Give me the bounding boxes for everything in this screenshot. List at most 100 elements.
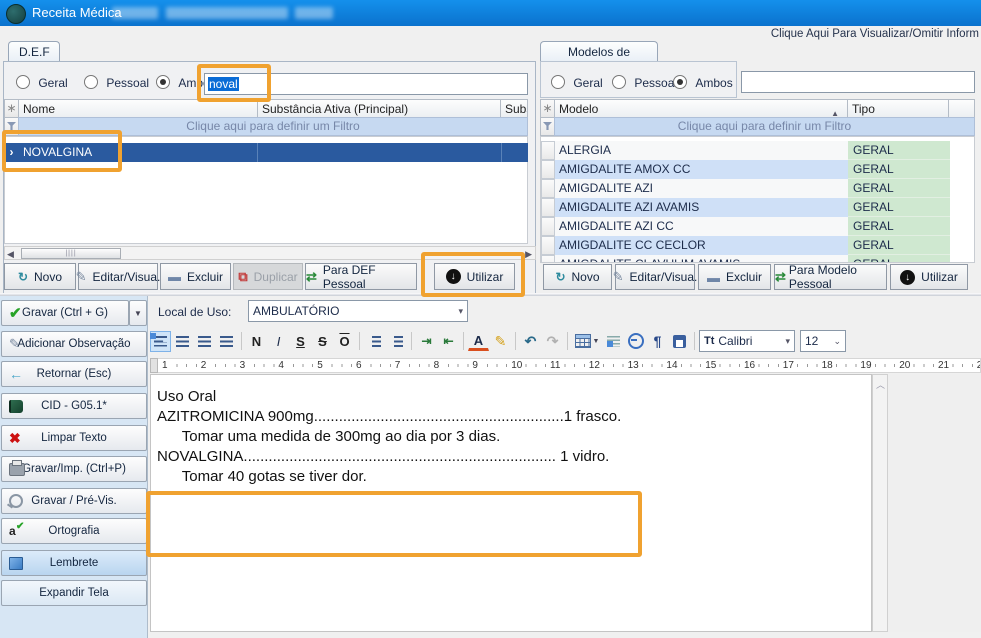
bullet-list-icon bbox=[394, 336, 403, 347]
bullet-list-button[interactable] bbox=[386, 331, 407, 352]
modelos-row-tipo[interactable]: GERAL bbox=[848, 179, 950, 198]
decrease-indent-button[interactable]: ⇤ bbox=[438, 331, 459, 352]
def-col-nome[interactable]: Nome bbox=[18, 99, 258, 118]
limpar-texto-button[interactable]: ✖ Limpar Texto bbox=[1, 425, 147, 451]
font-family-dropdown[interactable]: Tt Calibri ▾ bbox=[699, 330, 795, 352]
editor-page[interactable]: Uso Oral AZITROMICINA 900mg.............… bbox=[150, 374, 872, 632]
def-hscrollbar[interactable]: ◀ |||| ▶ bbox=[4, 246, 536, 260]
overline-button[interactable]: O bbox=[334, 331, 355, 352]
ruler-margin-marker[interactable] bbox=[150, 358, 158, 373]
def-filter-icon-cell[interactable] bbox=[4, 117, 19, 136]
def-radio-pessoal[interactable]: Pessoal bbox=[84, 75, 149, 90]
align-right-button[interactable] bbox=[194, 331, 215, 352]
gravar-previsualizar-button[interactable]: Gravar / Pré-Vis. bbox=[1, 488, 147, 514]
italic-button[interactable]: I bbox=[268, 331, 289, 352]
modelos-row-tipo[interactable]: GERAL bbox=[848, 255, 950, 263]
modelos-row-tipo[interactable]: GERAL bbox=[848, 160, 950, 179]
modelos-col-modelo[interactable]: Modelo ▲ bbox=[554, 99, 848, 118]
modelos-filter-row[interactable]: Clique aqui para definir um Filtro bbox=[554, 117, 975, 136]
def-editar-button[interactable]: ✎Editar/Visua. bbox=[78, 263, 158, 290]
radio-icon[interactable] bbox=[551, 75, 565, 89]
radio-icon[interactable] bbox=[16, 75, 30, 89]
modelos-row[interactable]: AMIGDALITE AZI CC bbox=[555, 217, 848, 236]
modelos-row[interactable]: ALERGIA bbox=[555, 141, 848, 160]
font-size-dropdown[interactable]: 12 ⌄ bbox=[800, 330, 846, 352]
radio-icon[interactable] bbox=[84, 75, 98, 89]
expandir-tela-button[interactable]: Expandir Tela bbox=[1, 580, 147, 606]
modelos-radio-geral[interactable]: Geral bbox=[551, 75, 603, 90]
strikethrough-button[interactable]: S bbox=[312, 331, 333, 352]
modelos-editar-button[interactable]: ✎Editar/Visua. bbox=[615, 264, 695, 290]
align-justify-button[interactable] bbox=[216, 331, 237, 352]
modelos-col-tipo[interactable]: Tipo bbox=[847, 99, 949, 118]
font-color-button[interactable]: A bbox=[468, 332, 489, 351]
pencil-icon: ✎ bbox=[9, 336, 20, 352]
modelos-row[interactable]: AMIGDALITE CC CECLOR bbox=[555, 236, 848, 255]
retornar-button[interactable]: ← Retornar (Esc) bbox=[1, 361, 147, 387]
modelos-row-tipo[interactable]: GERAL bbox=[848, 236, 950, 255]
radio-icon-selected[interactable] bbox=[156, 75, 170, 89]
ortografia-button[interactable]: a Ortografia bbox=[1, 518, 147, 544]
modelos-search-input[interactable] bbox=[741, 71, 975, 93]
printer-icon bbox=[9, 463, 25, 476]
modelos-row[interactable]: AMIGDALITE AZI bbox=[555, 179, 848, 198]
save-document-button[interactable] bbox=[669, 331, 690, 352]
underline-button[interactable]: S bbox=[290, 331, 311, 352]
radio-icon-selected[interactable] bbox=[673, 75, 687, 89]
modelos-utilizar-button[interactable]: ↓Utilizar bbox=[890, 264, 968, 290]
gravar-dropdown-button[interactable]: ▼ bbox=[129, 300, 147, 326]
lembrete-button[interactable]: Lembrete bbox=[1, 550, 147, 576]
def-utilizar-button[interactable]: ↓Utilizar bbox=[434, 263, 515, 290]
align-center-button[interactable] bbox=[172, 331, 193, 352]
undo-button[interactable]: ↶ bbox=[520, 331, 541, 352]
tab-modelos[interactable]: Modelos de Receitas bbox=[540, 41, 658, 62]
ruler-number: 21 bbox=[936, 359, 951, 372]
modelos-row-tipo[interactable]: GERAL bbox=[848, 217, 950, 236]
gravar-button[interactable]: ✔ Gravar (Ctrl + G) bbox=[1, 300, 129, 326]
editor-vscrollbar[interactable]: ︿ bbox=[872, 374, 888, 632]
modelos-radio-ambos[interactable]: Ambos bbox=[673, 75, 733, 90]
modelos-para-pessoal-button[interactable]: ⇄Para Modelo Pessoal bbox=[774, 264, 887, 290]
def-radio-geral[interactable]: Geral bbox=[16, 75, 68, 90]
modelos-row[interactable]: AMIGDALITE CLAVULIM AVAMIS bbox=[555, 255, 848, 263]
def-col-subs[interactable]: Subs bbox=[500, 99, 528, 118]
increase-indent-button[interactable]: ⇥ bbox=[416, 331, 437, 352]
modelos-filter-icon-cell[interactable] bbox=[540, 117, 555, 136]
scroll-up-icon[interactable]: ︿ bbox=[876, 378, 885, 391]
def-novo-button[interactable]: ↻Novo bbox=[4, 263, 76, 290]
local-de-uso-dropdown[interactable]: AMBULATÓRIO ▾ bbox=[248, 300, 468, 322]
def-search-input[interactable]: noval bbox=[204, 73, 528, 95]
modelos-radio-pessoal[interactable]: Pessoal bbox=[612, 75, 677, 90]
minus-icon: ▬ bbox=[168, 269, 181, 284]
insert-table-button[interactable]: ▼ bbox=[572, 331, 602, 352]
gravar-imprimir-button[interactable]: Gravar/Imp. (Ctrl+P) bbox=[1, 456, 147, 482]
def-para-pessoal-button[interactable]: ⇄Para DEF Pessoal bbox=[305, 263, 417, 290]
show-marks-button[interactable]: ¶ bbox=[647, 331, 668, 352]
def-row-novalgina[interactable]: NOVALGINA bbox=[19, 143, 258, 162]
highlight-button[interactable]: ✎ bbox=[490, 331, 511, 352]
cid-button[interactable]: CID - G05.1* bbox=[1, 393, 147, 419]
modelos-excluir-button[interactable]: ▬Excluir bbox=[698, 264, 771, 290]
modelos-row-tipo[interactable]: GERAL bbox=[848, 141, 950, 160]
toggle-info-link[interactable]: Clique Aqui Para Visualizar/Omitir Infor… bbox=[771, 28, 979, 40]
insert-break-button[interactable] bbox=[625, 331, 646, 352]
modelos-row[interactable]: AMIGDALITE AMOX CC bbox=[555, 160, 848, 179]
scroll-left-icon[interactable]: ◀ bbox=[7, 249, 14, 260]
numbered-list-button[interactable] bbox=[364, 331, 385, 352]
paragraph-settings-button[interactable] bbox=[603, 331, 624, 352]
adicionar-observacao-button[interactable]: ✎ Adicionar Observação bbox=[1, 331, 147, 357]
def-excluir-button[interactable]: ▬Excluir bbox=[160, 263, 231, 290]
def-row-novalgina-subs[interactable] bbox=[502, 143, 528, 162]
def-col-substancia[interactable]: Substância Ativa (Principal) bbox=[257, 99, 501, 118]
def-filter-row[interactable]: Clique aqui para definir um Filtro bbox=[18, 117, 528, 136]
modelos-row-tipo[interactable]: GERAL bbox=[848, 198, 950, 217]
bold-button[interactable]: N bbox=[246, 331, 267, 352]
scroll-right-icon[interactable]: ▶ bbox=[525, 249, 532, 260]
modelos-row[interactable]: AMIGDALITE AZI AVAMIS bbox=[555, 198, 848, 217]
modelos-novo-button[interactable]: ↻Novo bbox=[543, 264, 612, 290]
tab-def[interactable]: D.E.F bbox=[8, 41, 60, 62]
align-right-icon bbox=[198, 336, 211, 347]
def-row-novalgina-substancia[interactable] bbox=[258, 143, 502, 162]
scroll-thumb[interactable]: |||| bbox=[21, 248, 121, 259]
radio-icon[interactable] bbox=[612, 75, 626, 89]
